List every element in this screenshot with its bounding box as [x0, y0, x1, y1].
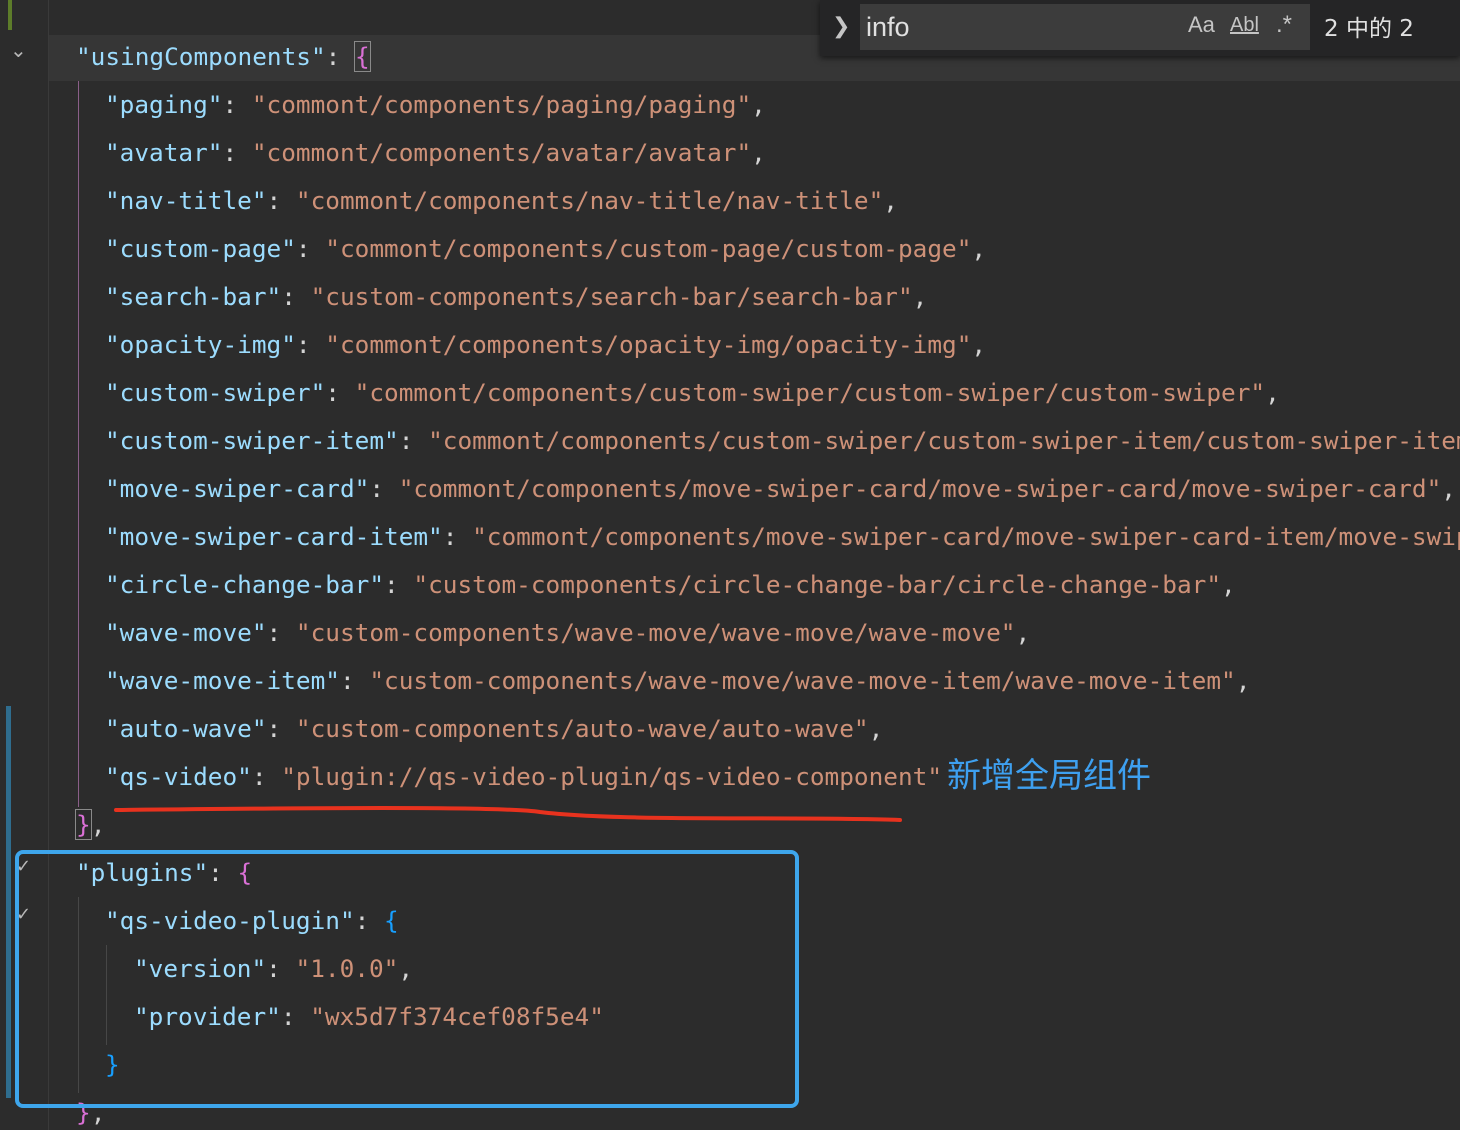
blue-highlight-box	[15, 850, 799, 1108]
annotation-note: 新增全局组件	[947, 756, 1151, 796]
match-case-button[interactable]: Aa	[1188, 8, 1215, 42]
whole-word-button[interactable]: Abl	[1230, 8, 1259, 42]
toggle-replace-chevron-icon[interactable]: ❯	[832, 14, 850, 40]
match-count: 2 中的 2	[1324, 16, 1414, 42]
regex-button[interactable]: .*	[1276, 8, 1292, 42]
find-widget: ❯ Aa Abl .* 2 中的 2	[820, 0, 1460, 56]
